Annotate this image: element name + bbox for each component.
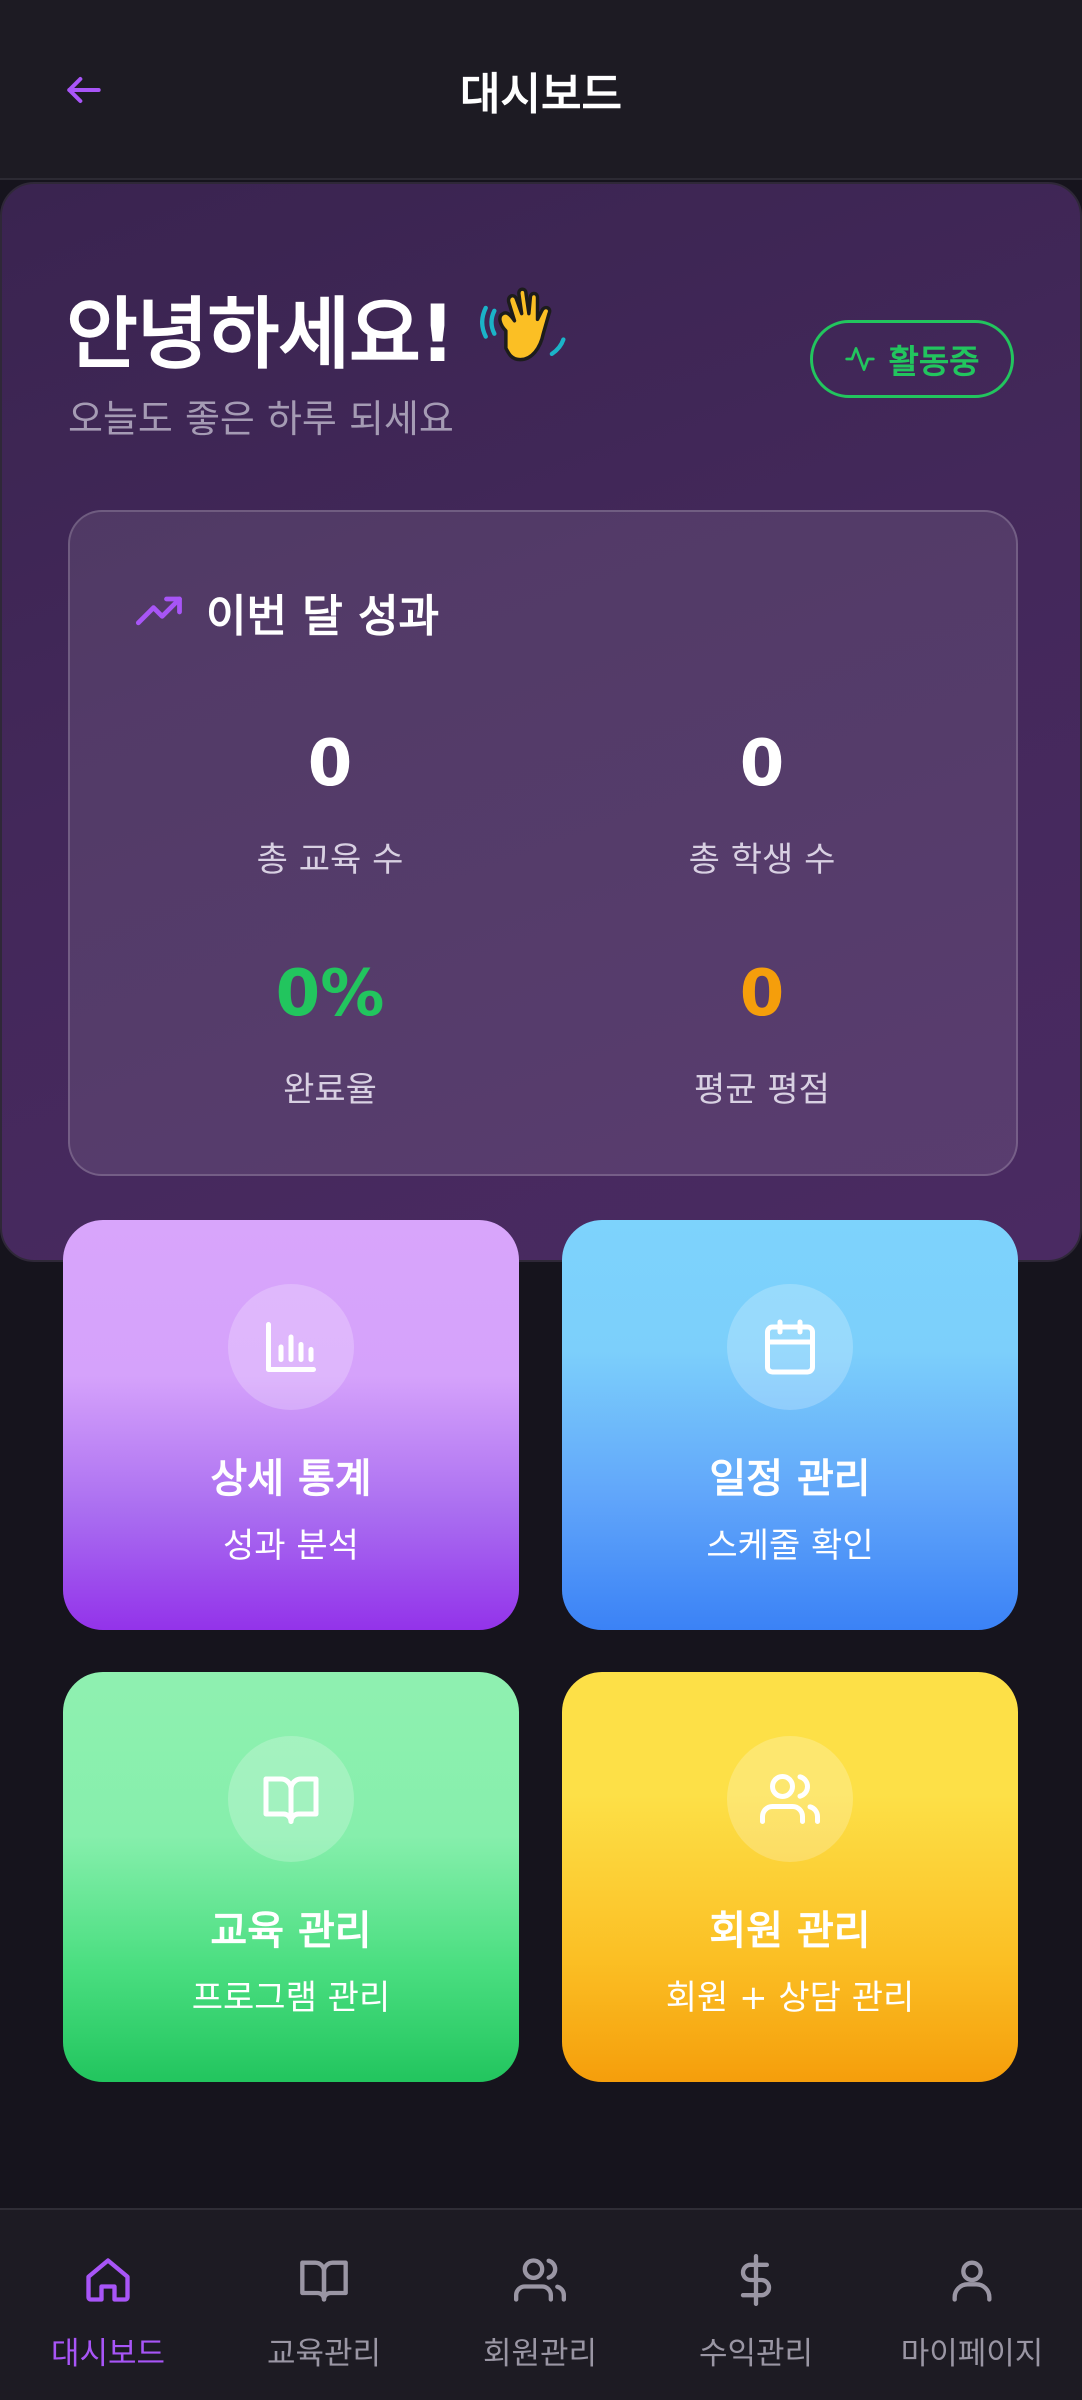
- nav-label: 대시보드: [50, 2336, 166, 2372]
- tile-icon-circle: [228, 1284, 354, 1410]
- stat-value: 0: [739, 957, 785, 1031]
- nav-label: 수익관리: [698, 2336, 814, 2372]
- stat-value: 0: [739, 727, 785, 801]
- member-management-tile[interactable]: 회원 관리 회원 + 상담 관리: [562, 1672, 1018, 2082]
- tile-icon-circle: [228, 1736, 354, 1862]
- stat-value: 0%: [275, 957, 385, 1031]
- nav-item-mypage[interactable]: 마이페이지: [864, 2250, 1080, 2373]
- home-icon: [86, 2258, 130, 2302]
- monthly-performance-title: 이번 달 성과: [206, 591, 440, 642]
- greeting-heading: 안녕하세요!: [66, 272, 572, 384]
- stat-total-courses: 0 총 교육 수: [150, 732, 510, 881]
- users-icon: [514, 2258, 566, 2302]
- tile-subtitle: 성과 분석: [223, 1526, 359, 1566]
- stat-label: 총 학생 수: [688, 840, 836, 880]
- bottom-navigation: 대시보드 교육관리 회원관리 수익관리 마이페이지: [0, 2208, 1082, 2400]
- activity-pulse-icon: [845, 347, 876, 371]
- nav-label: 마이페이지: [900, 2336, 1044, 2372]
- activity-status-label: 활동중: [888, 342, 980, 381]
- nav-label: 회원관리: [482, 2336, 598, 2372]
- nav-item-education[interactable]: 교육관리: [216, 2250, 432, 2373]
- detailed-stats-tile[interactable]: 상세 통계 성과 분석: [63, 1220, 519, 1630]
- education-management-tile[interactable]: 교육 관리 프로그램 관리: [63, 1672, 519, 2082]
- greeting-text: 안녕하세요!: [66, 290, 455, 380]
- tile-title: 상세 통계: [210, 1456, 372, 1502]
- stat-label: 총 교육 수: [256, 840, 404, 880]
- greeting-subtitle: 오늘도 좋은 하루 되세요: [68, 397, 454, 441]
- users-icon: [760, 1774, 820, 1824]
- schedule-management-tile[interactable]: 일정 관리 스케줄 확인: [562, 1220, 1018, 1630]
- tile-icon-circle: [727, 1736, 853, 1862]
- stat-completion-rate: 0% 완료율: [150, 962, 510, 1111]
- monthly-performance-heading: 이번 달 성과: [134, 580, 439, 644]
- tile-title: 교육 관리: [210, 1908, 372, 1954]
- user-icon: [952, 2260, 992, 2302]
- stat-average-rating: 0 평균 평점: [582, 962, 942, 1111]
- page-title: 대시보드: [460, 69, 622, 120]
- monthly-performance-card: 이번 달 성과 0 총 교육 수 0 총 학생 수 0% 완료율 0 평균 평점: [68, 510, 1018, 1176]
- nav-item-dashboard[interactable]: 대시보드: [0, 2250, 216, 2373]
- tile-title: 일정 관리: [709, 1456, 871, 1502]
- tile-title: 회원 관리: [709, 1908, 871, 1954]
- welcome-hero: 안녕하세요! 오늘도 좋은 하루 되세요 활동중 이번 달 성과 0 총 교육 …: [0, 182, 1082, 1262]
- calendar-icon: [765, 1319, 815, 1375]
- tile-subtitle: 프로그램 관리: [191, 1978, 391, 2018]
- stat-value: 0: [307, 727, 353, 801]
- dashboard-page: 대시보드 안녕하세요! 오늘도 좋은 하루 되세요 활동중 이번 달 성과 0 …: [0, 0, 1082, 2400]
- stat-label: 평균 평점: [694, 1070, 830, 1110]
- book-icon: [300, 2260, 348, 2302]
- waving-hand-icon: [480, 287, 566, 362]
- stat-label: 완료율: [283, 1070, 377, 1110]
- bar-chart-icon: [266, 1322, 316, 1372]
- nav-item-revenue[interactable]: 수익관리: [648, 2250, 864, 2373]
- stat-total-students: 0 총 학생 수: [582, 732, 942, 881]
- top-app-bar: 대시보드: [0, 0, 1082, 180]
- trending-up-icon: [135, 596, 182, 626]
- nav-label: 교육관리: [266, 2336, 382, 2372]
- tile-subtitle: 회원 + 상담 관리: [665, 1978, 915, 2018]
- tile-subtitle: 스케줄 확인: [706, 1526, 874, 1566]
- book-icon: [263, 1776, 319, 1824]
- activity-status-badge[interactable]: 활동중: [810, 320, 1014, 398]
- dollar-icon: [740, 2254, 772, 2306]
- nav-item-members[interactable]: 회원관리: [432, 2250, 648, 2373]
- tile-icon-circle: [727, 1284, 853, 1410]
